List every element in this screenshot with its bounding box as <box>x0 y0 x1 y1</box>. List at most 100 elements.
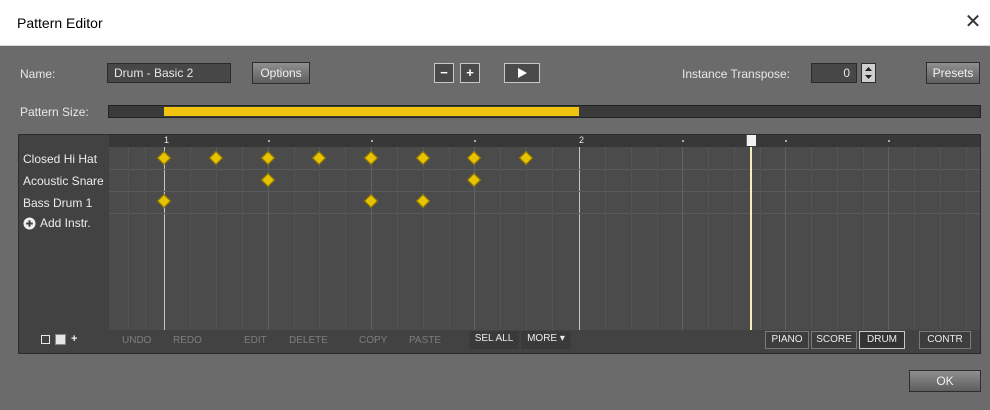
note-closed-hi-hat[interactable] <box>260 150 276 166</box>
title-bar: Pattern Editor ✕ <box>0 0 990 46</box>
tab-piano[interactable]: PIANO <box>765 331 809 349</box>
tab-drum[interactable]: DRUM <box>859 331 905 349</box>
note-bass-drum-1[interactable] <box>415 193 431 209</box>
beat-line <box>371 147 372 330</box>
grid-line <box>423 147 424 330</box>
new-icon[interactable] <box>41 335 50 344</box>
delete-button[interactable]: DELETE <box>289 335 328 346</box>
drum-editor-panel: 1 2 Closed Hi Hat Acoustic Snare Bass Dr… <box>18 134 981 354</box>
tab-score[interactable]: SCORE <box>811 331 857 349</box>
note-acoustic-snare[interactable] <box>466 172 482 188</box>
timeline-ruler[interactable]: 1 2 <box>109 135 980 147</box>
beat-line <box>888 147 889 330</box>
grid-line <box>811 147 812 330</box>
paste-button[interactable]: PASTE <box>409 335 441 346</box>
grid-line <box>500 147 501 330</box>
beat-dot <box>268 140 270 142</box>
add-instrument-button[interactable]: Add Instr. <box>23 216 91 230</box>
beat-line <box>682 147 683 330</box>
grid-line <box>863 147 864 330</box>
grid-line <box>605 147 606 330</box>
row-separator <box>109 169 980 170</box>
bar-line <box>579 147 580 330</box>
loop-end-line <box>750 147 752 330</box>
grid-line <box>966 147 967 330</box>
grid-line <box>760 147 761 330</box>
transpose-field[interactable]: 0 <box>811 63 857 83</box>
pattern-size-label: Pattern Size: <box>20 105 89 119</box>
options-button[interactable]: Options <box>252 62 310 84</box>
beat-dot <box>888 140 890 142</box>
grid-line <box>216 147 217 330</box>
note-grid[interactable] <box>109 147 980 330</box>
name-field[interactable]: Drum - Basic 2 <box>107 63 231 83</box>
add-instrument-label: Add Instr. <box>40 216 91 230</box>
note-closed-hi-hat[interactable] <box>311 150 327 166</box>
ok-button[interactable]: OK <box>909 370 981 392</box>
grid-line <box>319 147 320 330</box>
instrument-bass-drum-1[interactable]: Bass Drum 1 <box>23 196 92 210</box>
grid-line <box>128 147 129 330</box>
spinner-icon[interactable] <box>861 63 876 83</box>
instrument-closed-hi-hat[interactable]: Closed Hi Hat <box>23 152 97 166</box>
grid-line <box>242 147 243 330</box>
note-closed-hi-hat[interactable] <box>208 150 224 166</box>
grid-line <box>190 147 191 330</box>
undo-button[interactable]: UNDO <box>122 335 151 346</box>
note-closed-hi-hat[interactable] <box>415 150 431 166</box>
grid-line <box>345 147 346 330</box>
play-icon <box>518 68 527 78</box>
add-circle-icon <box>23 217 36 229</box>
grid-line <box>708 147 709 330</box>
select-icon[interactable] <box>55 334 66 345</box>
grid-line <box>940 147 941 330</box>
pattern-size-bar[interactable] <box>108 105 981 118</box>
beat-dot <box>682 140 684 142</box>
note-bass-drum-1[interactable] <box>156 193 172 209</box>
beat-dot <box>371 140 373 142</box>
bar-2-label: 2 <box>579 135 585 145</box>
loop-end-marker[interactable] <box>746 135 756 146</box>
grid-line <box>397 147 398 330</box>
bar-line <box>164 147 165 330</box>
note-closed-hi-hat[interactable] <box>363 150 379 166</box>
beat-dot <box>474 140 476 142</box>
row-separator <box>109 191 980 192</box>
play-button[interactable] <box>504 63 540 83</box>
edit-button[interactable]: EDIT <box>244 335 267 346</box>
zoom-plus-icon[interactable]: + <box>71 334 80 345</box>
window-title: Pattern Editor <box>17 15 103 31</box>
beat-dot <box>785 140 787 142</box>
grid-line <box>914 147 915 330</box>
presets-button[interactable]: Presets <box>926 62 980 84</box>
beat-line <box>785 147 786 330</box>
remove-button[interactable]: − <box>434 63 454 83</box>
transpose-label: Instance Transpose: <box>682 67 791 81</box>
grid-line <box>631 147 632 330</box>
grid-line <box>449 147 450 330</box>
row-separator <box>109 213 980 214</box>
close-icon[interactable]: ✕ <box>962 10 984 34</box>
add-button[interactable]: + <box>460 63 480 83</box>
grid-line <box>145 147 146 330</box>
note-closed-hi-hat[interactable] <box>518 150 534 166</box>
copy-button[interactable]: COPY <box>359 335 387 346</box>
name-label: Name: <box>20 67 56 81</box>
note-acoustic-snare[interactable] <box>260 172 276 188</box>
note-bass-drum-1[interactable] <box>363 193 379 209</box>
note-closed-hi-hat[interactable] <box>156 150 172 166</box>
pattern-editor-window: Pattern Editor ✕ Name: Drum - Basic 2 Op… <box>0 0 990 410</box>
grid-line <box>734 147 735 330</box>
more-button[interactable]: MORE ▾ <box>521 331 571 349</box>
grid-line <box>526 147 527 330</box>
select-all-button[interactable]: SEL ALL <box>469 331 519 349</box>
tab-contr[interactable]: CONTR <box>919 331 971 349</box>
redo-button[interactable]: REDO <box>173 335 202 346</box>
grid-line <box>837 147 838 330</box>
instrument-acoustic-snare[interactable]: Acoustic Snare <box>23 174 104 188</box>
grid-line <box>294 147 295 330</box>
pattern-size-fill <box>164 107 579 116</box>
grid-line <box>552 147 553 330</box>
note-closed-hi-hat[interactable] <box>466 150 482 166</box>
grid-line <box>657 147 658 330</box>
